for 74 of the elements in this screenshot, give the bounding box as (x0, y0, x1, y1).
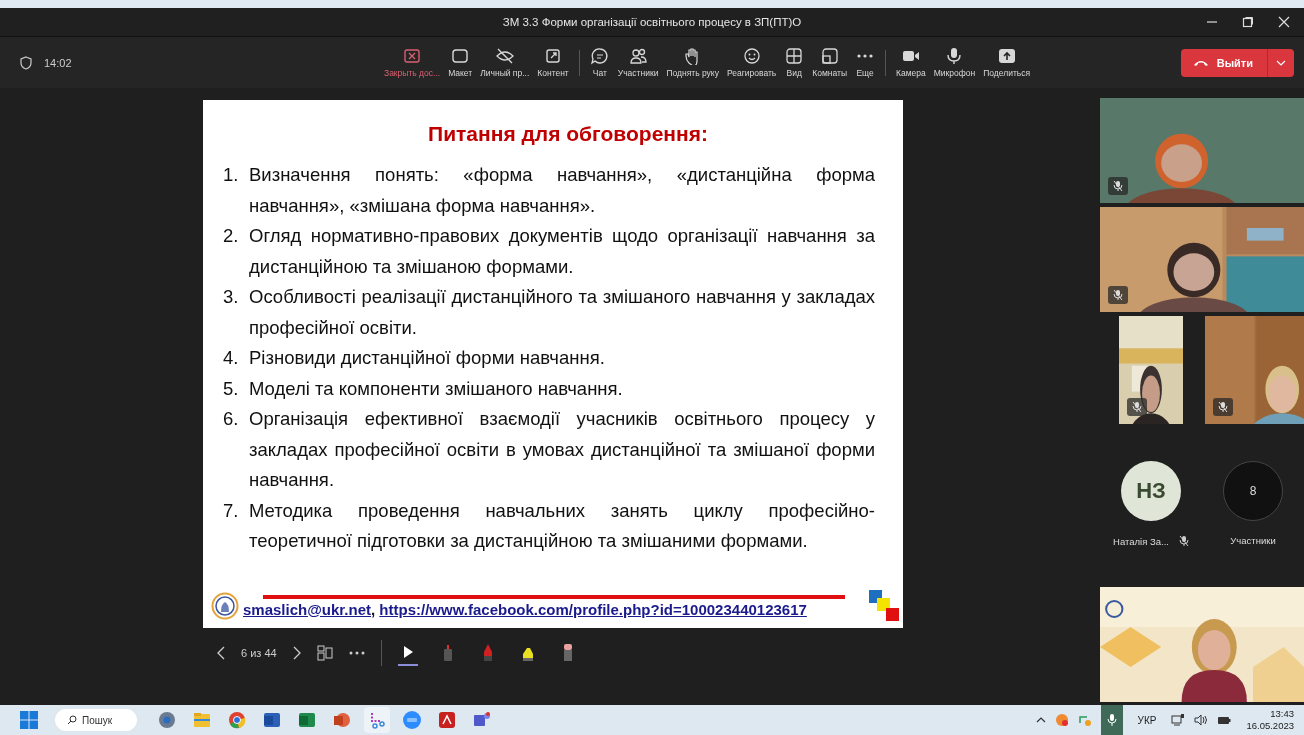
mic-button[interactable]: Микрофон (929, 47, 980, 78)
hand-button[interactable]: Поднять руку (662, 47, 723, 78)
people-button[interactable]: Участники (613, 47, 663, 78)
profile-link[interactable]: https://www.facebook.com/profile.php?id=100023440123617 (379, 600, 807, 618)
react-button[interactable]: Реагировать (722, 47, 781, 78)
view-button[interactable]: Вид (780, 47, 809, 78)
item-text: Моделі та компоненти змішаного навчання. (249, 376, 624, 401)
maximize-icon[interactable] (1242, 16, 1254, 28)
stop-share-button[interactable]: Закрыть дос... (380, 47, 445, 78)
layout-button[interactable]: Макет (444, 47, 477, 78)
slide-title: Питання для обговорення: (427, 122, 709, 146)
phone-icon (1192, 58, 1209, 67)
share-button[interactable]: Поделиться (979, 47, 1035, 78)
slides-icon[interactable] (316, 645, 333, 661)
microphone-icon[interactable] (1100, 705, 1123, 735)
close-box-icon (402, 47, 423, 65)
clock-date[interactable]: 16.05.2023 (1246, 720, 1294, 732)
more-icon (857, 54, 874, 58)
private-button[interactable]: Личный пр... (476, 47, 534, 78)
chevron-down-icon (1276, 59, 1286, 66)
search-icon (67, 715, 77, 725)
clock-time[interactable]: 13:43 (1270, 708, 1294, 720)
camera-button[interactable]: Камера (892, 47, 930, 78)
item-text: Огляд нормативно-правових документів щодо організації навчання за дистанційною та змішаною формами. (249, 224, 876, 279)
rooms-icon (819, 47, 840, 65)
participant-name: Наталія За... (1113, 535, 1169, 547)
volume-icon[interactable] (1194, 714, 1209, 726)
network-icon[interactable] (1171, 714, 1186, 726)
eye-off-icon (494, 47, 515, 65)
language-indicator[interactable]: УКР (1137, 714, 1157, 726)
meeting-timer: 14:02 (44, 56, 72, 69)
chat-icon (589, 47, 610, 65)
smiley-icon (741, 47, 762, 65)
people-icon (628, 47, 649, 65)
item-number: 1. (222, 163, 240, 187)
logo-icon (211, 592, 239, 620)
chevron-up-icon[interactable] (1035, 717, 1046, 723)
item-number: 2. (222, 224, 240, 248)
start-icon[interactable] (20, 711, 38, 729)
next-slide-icon[interactable] (292, 646, 301, 660)
page-counter: 6 из 44 (241, 647, 277, 659)
previous-slide-icon[interactable] (217, 646, 225, 660)
item-number: 5. (222, 376, 240, 401)
share-icon (996, 47, 1017, 65)
item-text: Визначення понять: «форма навчання», «дистанційна форма навчання», «змішана форма навчання». (249, 163, 876, 218)
snip-app-icon[interactable] (364, 707, 390, 733)
item-text: Різновиди дистанційної форми навчання. (249, 346, 606, 370)
item-text: Особливості реалізації дистанційного та змішаного навчання у закладах професійної освіти. (249, 285, 876, 340)
participants-label: Участники (1230, 535, 1276, 546)
battery-icon[interactable] (1217, 715, 1232, 725)
item-number: 4. (222, 346, 240, 370)
grid-icon (784, 47, 805, 65)
chat-button[interactable]: Чат (585, 47, 614, 78)
tray-app-icon[interactable] (1054, 713, 1069, 727)
item-text: Організація ефективної взаємодії учасників освітнього процесу у закладах професійної освіти в умовах дистанційної та змішаної форми навчання. (249, 407, 876, 492)
shield-icon (20, 55, 32, 70)
contact-line: smaslich@ukr.net, https://www.facebook.com/profile.php?id=100023440123617 (243, 600, 808, 618)
rooms-button[interactable]: Комнаты (808, 47, 852, 78)
search-field[interactable]: Пошук (55, 709, 137, 731)
item-text: Методика проведення навчальних занять циклу професійно-теоретичної підготовки за дистанційною та змішаними формами. (249, 498, 876, 553)
close-icon[interactable] (1278, 16, 1290, 28)
more-icon[interactable] (348, 651, 365, 655)
email-link[interactable]: smaslich@ukr.net (243, 600, 371, 618)
more-button[interactable]: Еще (851, 47, 880, 78)
item-number: 7. (222, 498, 240, 523)
leave-button[interactable]: Выйти (1180, 48, 1294, 77)
window-title: ЗМ 3.3 Форми організації освітнього процесу в ЗП(ПТ)О (502, 16, 802, 28)
item-number: 3. (222, 285, 240, 309)
content-button[interactable]: Контент (533, 47, 573, 78)
rectangle-icon (450, 47, 471, 65)
item-number: 6. (222, 407, 240, 431)
participants-count[interactable]: 8 (1223, 461, 1283, 521)
avatar[interactable]: НЗ (1121, 461, 1181, 521)
squares-logo-icon (869, 590, 899, 622)
